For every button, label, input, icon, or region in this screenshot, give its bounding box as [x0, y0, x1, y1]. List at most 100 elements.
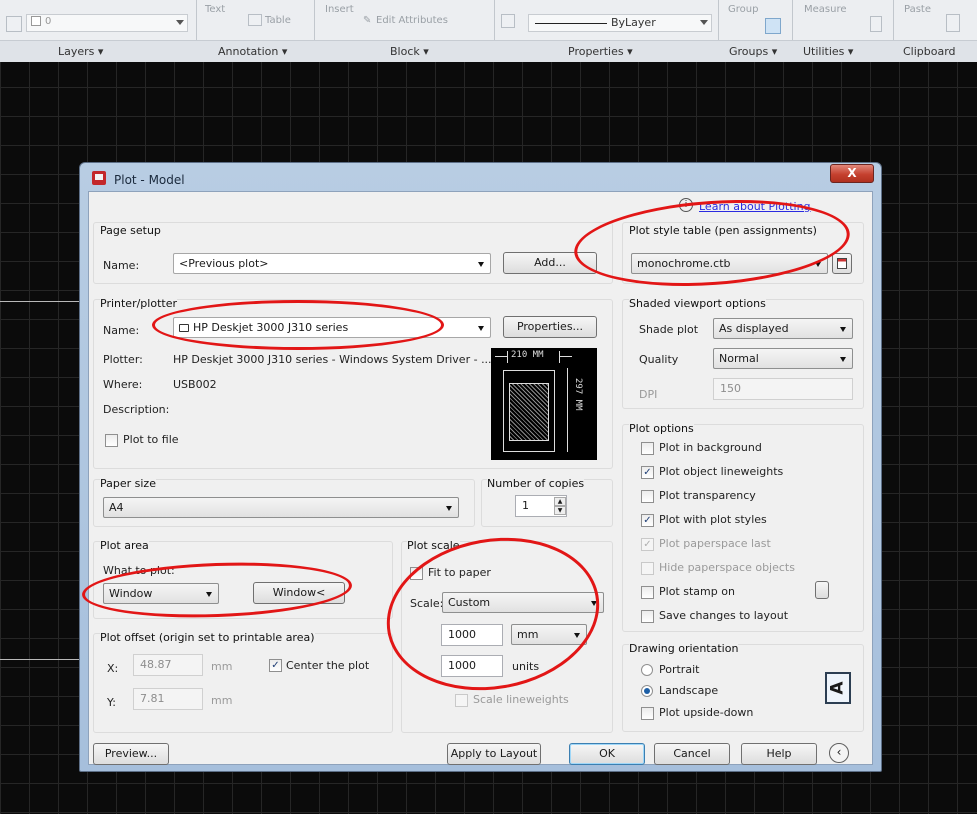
printer-properties-button[interactable]: Properties... — [503, 316, 597, 338]
group-tool[interactable]: Group — [728, 4, 758, 15]
plot-area-label: Plot area — [100, 539, 149, 552]
printer-name-dropdown[interactable]: HP Deskjet 3000 J310 series — [173, 317, 491, 338]
window-select-button[interactable]: Window< — [253, 582, 345, 604]
edit-attributes-tool[interactable]: Edit Attributes — [376, 15, 448, 26]
info-icon: i — [679, 198, 693, 212]
portrait-radio[interactable] — [641, 664, 653, 676]
edit-plot-style-button[interactable] — [832, 253, 852, 274]
quality-dropdown[interactable]: Normal — [713, 348, 853, 369]
page-setup-label: Page setup — [100, 224, 161, 237]
apply-to-layout-button[interactable]: Apply to Layout — [447, 743, 541, 765]
panel-layers[interactable]: Layers ▾ — [58, 45, 103, 58]
plot-in-background-checkbox[interactable] — [641, 442, 654, 455]
plot-paperspace-last-checkbox[interactable]: ✓ — [641, 538, 654, 551]
plot-option-label: Plot with plot styles — [659, 513, 767, 526]
scale-value: Custom — [448, 596, 491, 609]
scale-units-input[interactable]: 1000 — [441, 655, 503, 677]
close-button[interactable]: X — [830, 164, 874, 183]
save-changes-to-layout-checkbox[interactable] — [641, 610, 654, 623]
what-to-plot-dropdown[interactable]: Window — [103, 583, 219, 604]
offset-y-input[interactable]: 7.81 — [133, 688, 203, 710]
chevron-down-icon — [206, 592, 212, 597]
quality-value: Normal — [719, 352, 759, 365]
scale-unit-dropdown[interactable]: mm — [511, 624, 587, 645]
scale-dropdown[interactable]: Custom — [442, 592, 604, 613]
copies-input[interactable]: 1 ▲ ▼ — [515, 495, 567, 517]
table-icon — [248, 14, 262, 26]
plot-with-plot-styles-checkbox[interactable]: ✓ — [641, 514, 654, 527]
paste-tool[interactable]: Paste — [904, 4, 931, 15]
panel-utilities[interactable]: Utilities ▾ — [803, 45, 853, 58]
plotter-label: Plotter: — [103, 353, 143, 366]
dimension-line — [507, 351, 508, 363]
edit-attributes-icon: ✎ — [363, 15, 372, 26]
calculator-icon[interactable] — [870, 16, 882, 32]
plot-options-group — [622, 424, 864, 632]
fit-to-paper-checkbox[interactable] — [410, 567, 423, 580]
panel-groups[interactable]: Groups ▾ — [729, 45, 777, 58]
scale-lineweights-checkbox[interactable] — [455, 694, 468, 707]
page-setup-name-dropdown[interactable]: <Previous plot> — [173, 253, 491, 274]
plot-stamp-settings-button[interactable] — [815, 581, 829, 599]
shade-plot-dropdown[interactable]: As displayed — [713, 318, 853, 339]
dpi-value: 150 — [720, 382, 741, 395]
cancel-button[interactable]: Cancel — [654, 743, 730, 765]
lineweight-dropdown[interactable]: ByLayer — [528, 14, 712, 32]
plot-to-file-checkbox[interactable] — [105, 434, 118, 447]
dimension-line — [560, 356, 572, 357]
learn-about-plotting-link[interactable]: Learn about Plotting — [699, 200, 811, 213]
shade-plot-value: As displayed — [719, 322, 789, 335]
spin-down-icon[interactable]: ▼ — [554, 506, 566, 515]
spin-up-icon[interactable]: ▲ — [554, 497, 566, 506]
preview-width-label: 210 MM — [511, 350, 544, 360]
plot-upside-down-label: Plot upside-down — [659, 706, 754, 719]
layer-color-icon — [31, 16, 41, 26]
plot-scale-label: Plot scale — [407, 539, 460, 552]
scale-units-value: 1000 — [448, 659, 476, 672]
offset-x-input[interactable]: 48.87 — [133, 654, 203, 676]
table-tool[interactable]: Table — [265, 15, 291, 26]
offset-y-value: 7.81 — [140, 692, 165, 705]
plot-upside-down-checkbox[interactable] — [641, 707, 654, 720]
landscape-radio[interactable] — [641, 685, 653, 697]
scale-unit-value: mm — [517, 628, 539, 641]
shaded-viewport-label: Shaded viewport options — [629, 297, 766, 310]
ok-button[interactable]: OK — [569, 743, 645, 765]
dialog-title-bar[interactable]: Plot - Model X — [80, 163, 881, 191]
layer-dropdown[interactable]: 0 — [26, 14, 188, 32]
paper-size-dropdown[interactable]: A4 — [103, 497, 459, 518]
measure-tool[interactable]: Measure — [804, 4, 847, 15]
layer-lock-icon[interactable] — [6, 16, 22, 32]
portrait-label: Portrait — [659, 663, 700, 676]
preview-button[interactable]: Preview... — [93, 743, 169, 765]
panel-block[interactable]: Block ▾ — [390, 45, 429, 58]
model-line — [0, 659, 80, 660]
plot-style-dropdown[interactable]: monochrome.ctb — [631, 253, 828, 274]
insert-tool[interactable]: Insert — [325, 4, 354, 15]
help-button[interactable]: Help — [741, 743, 817, 765]
panel-clipboard[interactable]: Clipboard — [903, 45, 956, 58]
dpi-input[interactable]: 150 — [713, 378, 853, 400]
text-tool[interactable]: Text — [205, 4, 225, 15]
panel-properties[interactable]: Properties ▾ — [568, 45, 633, 58]
panel-annotation[interactable]: Annotation ▾ — [218, 45, 287, 58]
printer-icon — [179, 324, 189, 332]
chevron-down-icon — [574, 633, 580, 638]
hide-paperspace-objects-checkbox[interactable] — [641, 562, 654, 575]
plot-to-file-label: Plot to file — [123, 433, 179, 446]
group-select-icon[interactable] — [765, 18, 781, 34]
add-page-setup-button[interactable]: Add... — [503, 252, 597, 274]
quality-label: Quality — [639, 353, 679, 366]
chevron-down-icon — [591, 601, 597, 606]
center-plot-checkbox[interactable]: ✓ — [269, 659, 282, 672]
scale-units-label: units — [512, 660, 540, 673]
plot-transparency-checkbox[interactable] — [641, 490, 654, 503]
clipboard-icon[interactable] — [946, 14, 960, 32]
plot-stamp-on-checkbox[interactable] — [641, 586, 654, 599]
scale-mm-input[interactable]: 1000 — [441, 624, 503, 646]
plot-object-lineweights-checkbox[interactable]: ✓ — [641, 466, 654, 479]
chevron-down-icon — [700, 20, 708, 25]
offset-x-label: X: — [107, 662, 119, 675]
collapse-options-button[interactable]: ‹ — [829, 743, 849, 763]
plot-style-value: monochrome.ctb — [637, 257, 731, 270]
